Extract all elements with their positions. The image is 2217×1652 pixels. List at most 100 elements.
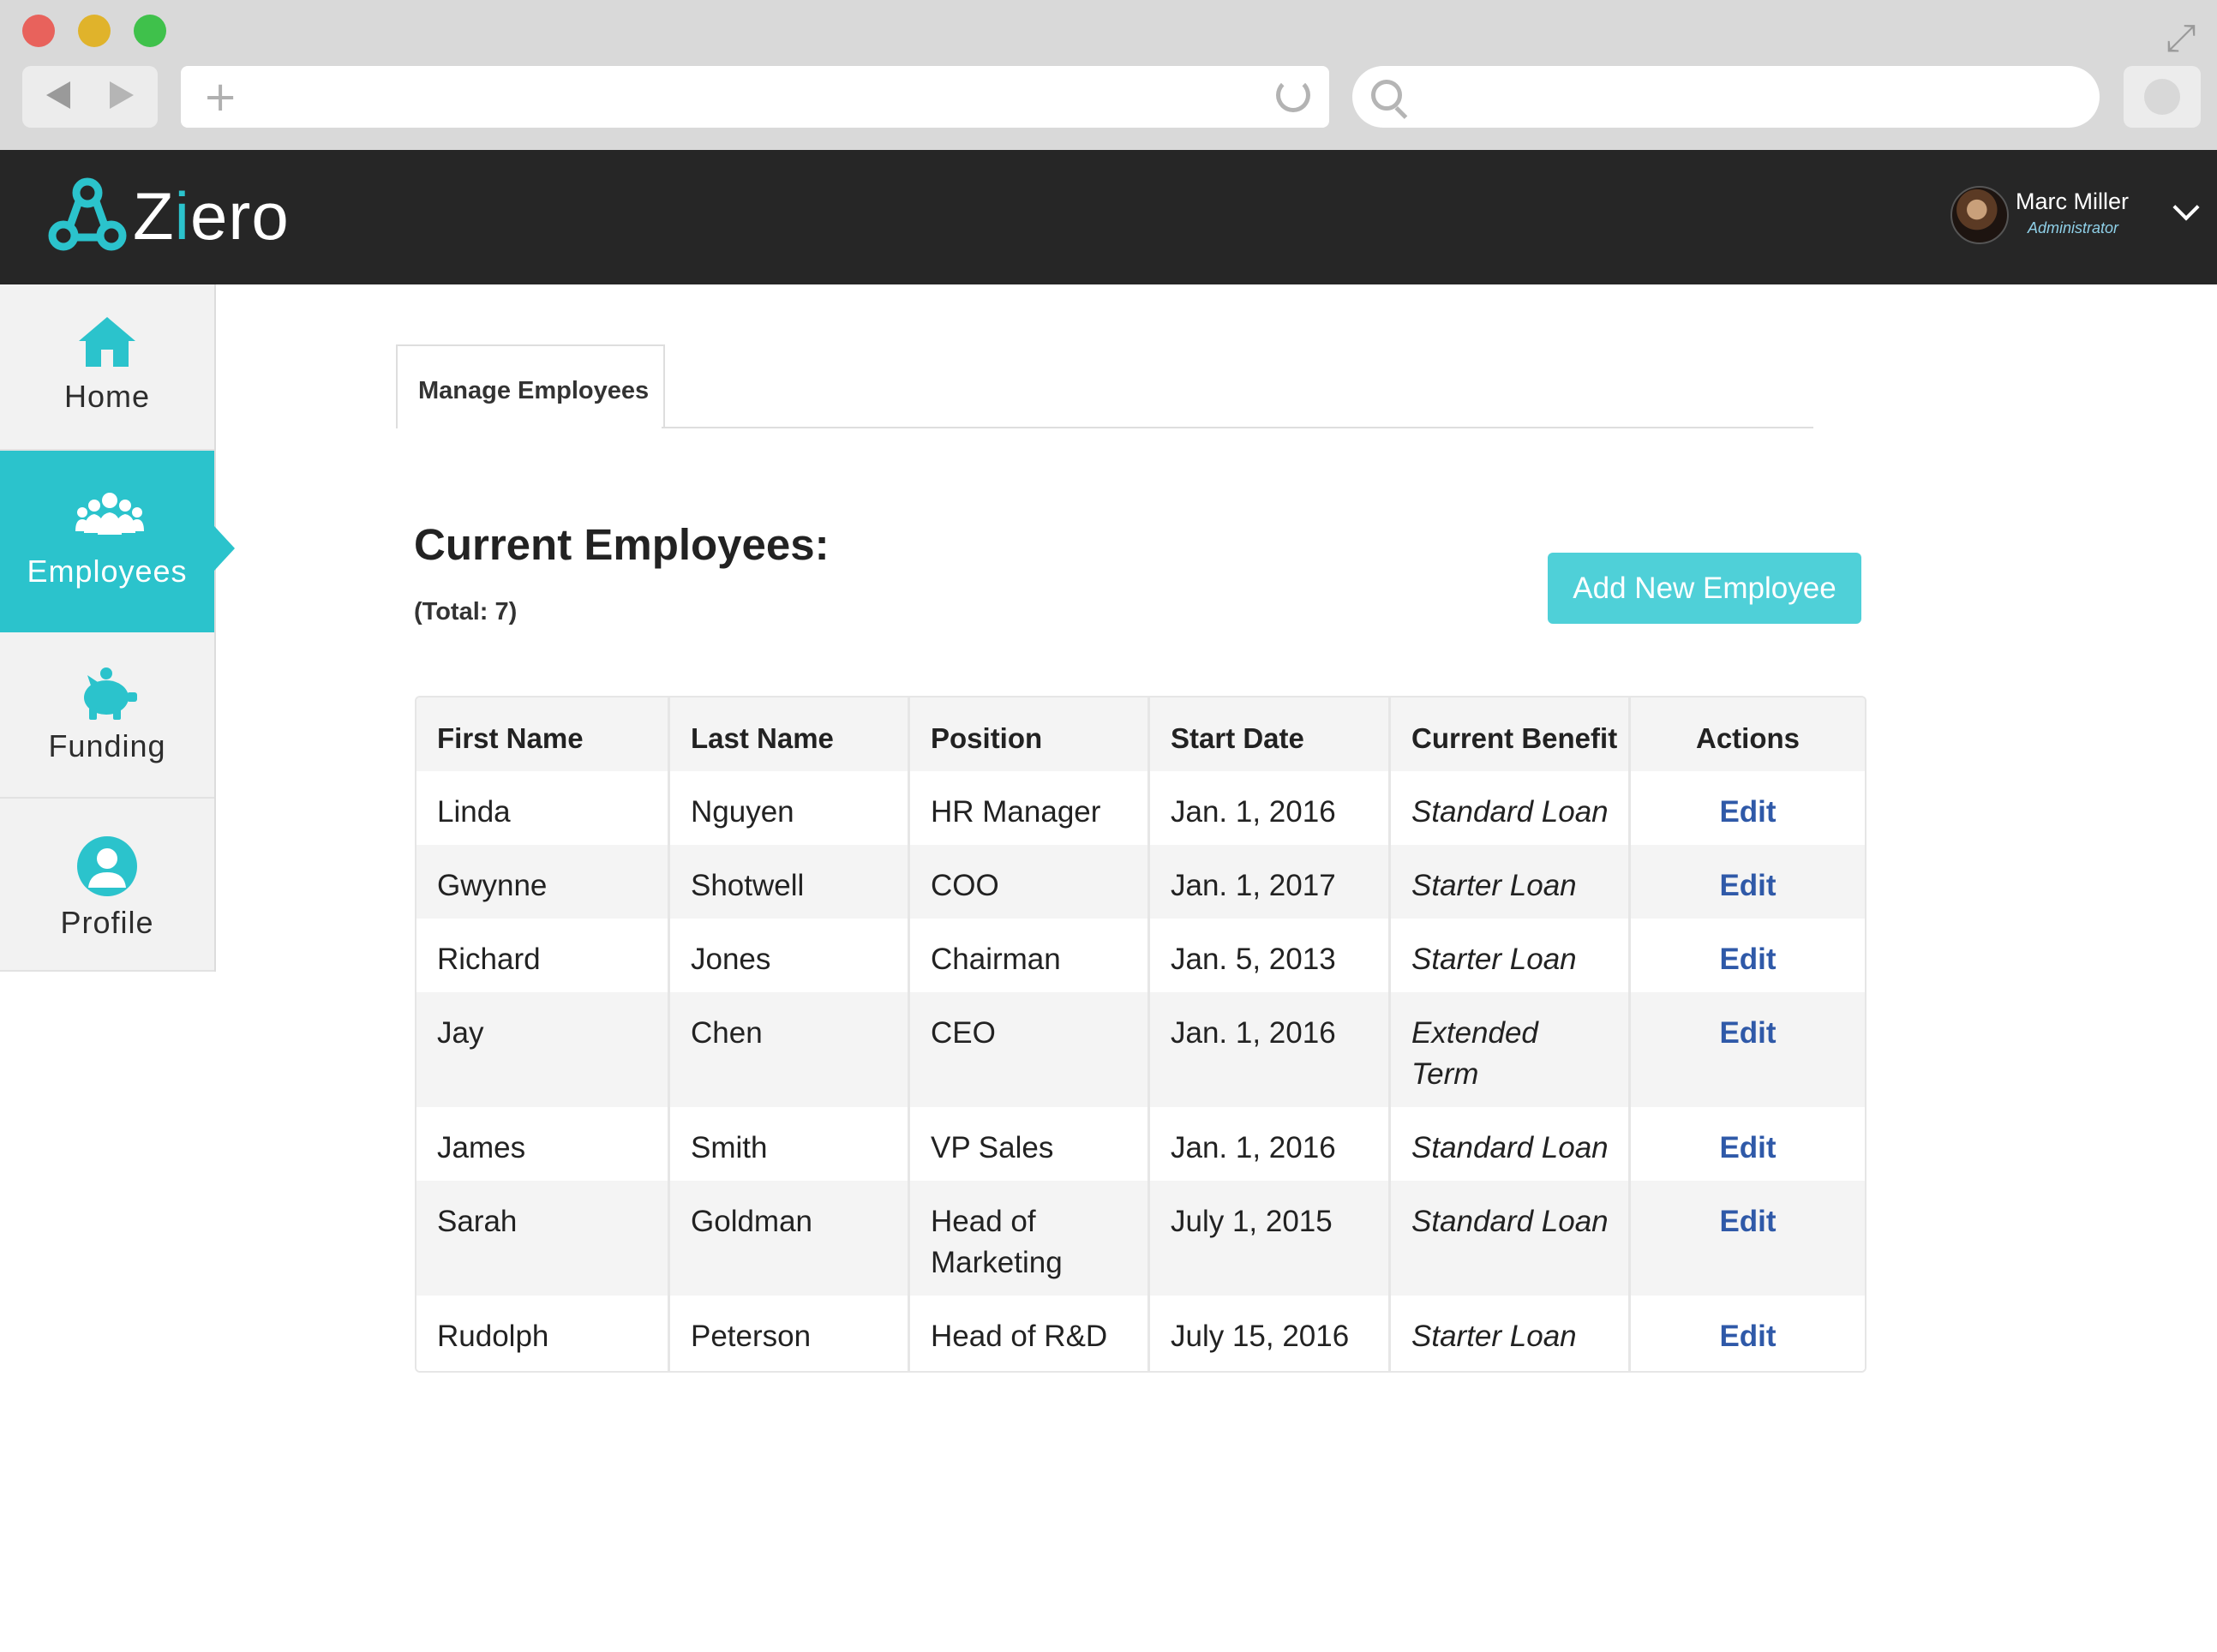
actions-cell: Edit xyxy=(1631,1181,1865,1296)
last-name-cell: Nguyen xyxy=(670,771,910,845)
last-name-cell: Smith xyxy=(670,1107,910,1181)
table-header-row: First Name Last Name Position Start Date… xyxy=(416,697,1865,771)
logo-wordmark[interactable]: Ziero xyxy=(133,177,290,254)
plus-icon[interactable]: + xyxy=(203,75,237,119)
table-row: Gwynne Shotwell COO Jan. 1, 2017 Starter… xyxy=(416,845,1865,919)
user-icon xyxy=(77,836,137,896)
start-date-cell: Jan. 1, 2016 xyxy=(1150,1107,1391,1181)
actions-cell: Edit xyxy=(1631,845,1865,919)
app-header: Ziero Marc Miller Administrator xyxy=(0,150,2217,284)
sidebar-item-label: Employees xyxy=(27,554,188,589)
sidebar-item-home[interactable]: Home xyxy=(0,284,214,451)
start-date-cell: Jan. 5, 2013 xyxy=(1150,919,1391,992)
first-name-cell: Linda xyxy=(416,771,670,845)
actions-cell: Edit xyxy=(1631,919,1865,992)
table-row: James Smith VP Sales Jan. 1, 2016 Standa… xyxy=(416,1107,1865,1181)
last-name-cell: Goldman xyxy=(670,1181,910,1296)
expand-icon[interactable]: ⤢ xyxy=(2160,17,2202,60)
edit-link[interactable]: Edit xyxy=(1719,1131,1776,1164)
first-name-cell: Rudolph xyxy=(416,1296,670,1371)
table-row: Sarah Goldman Head of Marketing July 1, … xyxy=(416,1181,1865,1296)
sidebar-item-label: Funding xyxy=(48,728,166,763)
column-header: Position xyxy=(910,697,1150,771)
forward-icon[interactable] xyxy=(110,81,134,109)
position-cell: Chairman xyxy=(910,919,1150,992)
edit-link[interactable]: Edit xyxy=(1719,869,1776,902)
column-header: Current Benefit xyxy=(1391,697,1631,771)
start-date-cell: July 1, 2015 xyxy=(1150,1181,1391,1296)
edit-link[interactable]: Edit xyxy=(1719,1205,1776,1238)
actions-cell: Edit xyxy=(1631,992,1865,1107)
extension-icon xyxy=(2144,79,2180,115)
column-header: Actions xyxy=(1695,722,1800,754)
position-cell: CEO xyxy=(910,992,1150,1107)
back-icon[interactable] xyxy=(46,81,70,109)
benefit-cell: Standard Loan xyxy=(1391,771,1631,845)
tab-manage-employees[interactable]: Manage Employees xyxy=(396,344,665,428)
benefit-cell: Starter Loan xyxy=(1391,919,1631,992)
last-name-cell: Chen xyxy=(670,992,910,1107)
chevron-down-icon[interactable] xyxy=(2172,194,2200,221)
edit-link[interactable]: Edit xyxy=(1719,1016,1776,1050)
table-row: Linda Nguyen HR Manager Jan. 1, 2016 Sta… xyxy=(416,771,1865,845)
table-row: Jay Chen CEO Jan. 1, 2016 Extended Term … xyxy=(416,992,1865,1107)
edit-link[interactable]: Edit xyxy=(1719,795,1776,829)
edit-link[interactable]: Edit xyxy=(1719,943,1776,976)
table-row: Rudolph Peterson Head of R&D July 15, 20… xyxy=(416,1296,1865,1371)
column-header: Start Date xyxy=(1150,697,1391,771)
first-name-cell: James xyxy=(416,1107,670,1181)
page-title: Current Employees: xyxy=(414,520,830,569)
home-icon xyxy=(79,317,135,367)
add-employee-button[interactable]: Add New Employee xyxy=(1548,553,1861,624)
sidebar-item-employees[interactable]: Employees xyxy=(0,451,214,632)
table-row: Richard Jones Chairman Jan. 5, 2013 Star… xyxy=(416,919,1865,992)
browser-search-input[interactable] xyxy=(1352,66,2100,128)
last-name-cell: Jones xyxy=(670,919,910,992)
column-header: Last Name xyxy=(670,697,910,771)
reload-icon[interactable] xyxy=(1276,78,1310,112)
avatar[interactable] xyxy=(1950,186,2009,244)
logo-icon xyxy=(48,177,127,251)
benefit-cell: Starter Loan xyxy=(1391,1296,1631,1371)
maximize-window-button[interactable] xyxy=(134,15,166,47)
benefit-cell: Starter Loan xyxy=(1391,845,1631,919)
minimize-window-button[interactable] xyxy=(78,15,111,47)
tab-label: Manage Employees xyxy=(418,377,650,404)
position-cell: HR Manager xyxy=(910,771,1150,845)
piggy-bank-icon xyxy=(84,667,137,720)
start-date-cell: Jan. 1, 2016 xyxy=(1150,771,1391,845)
first-name-cell: Sarah xyxy=(416,1181,670,1296)
benefit-cell: Standard Loan xyxy=(1391,1181,1631,1296)
first-name-cell: Richard xyxy=(416,919,670,992)
last-name-cell: Peterson xyxy=(670,1296,910,1371)
start-date-cell: July 15, 2016 xyxy=(1150,1296,1391,1371)
sidebar-item-label: Profile xyxy=(60,905,154,940)
first-name-cell: Jay xyxy=(416,992,670,1107)
edit-link[interactable]: Edit xyxy=(1719,1320,1776,1353)
position-cell: COO xyxy=(910,845,1150,919)
actions-cell: Edit xyxy=(1631,771,1865,845)
last-name-cell: Shotwell xyxy=(670,845,910,919)
sidebar-item-profile[interactable]: Profile xyxy=(0,799,214,972)
benefit-cell: Extended Term xyxy=(1391,992,1631,1107)
tab-divider xyxy=(662,427,1813,428)
extension-button[interactable] xyxy=(2124,66,2201,128)
start-date-cell: Jan. 1, 2017 xyxy=(1150,845,1391,919)
position-cell: Head of R&D xyxy=(910,1296,1150,1371)
position-cell: VP Sales xyxy=(910,1107,1150,1181)
sidebar-item-funding[interactable]: Funding xyxy=(0,634,214,799)
close-window-button[interactable] xyxy=(22,15,55,47)
actions-cell: Edit xyxy=(1631,1107,1865,1181)
browser-chrome: + ⤢ xyxy=(0,0,2217,150)
address-bar[interactable]: + xyxy=(181,66,1329,128)
start-date-cell: Jan. 1, 2016 xyxy=(1150,992,1391,1107)
position-cell: Head of Marketing xyxy=(910,1181,1150,1296)
sidebar-item-label: Home xyxy=(63,379,151,414)
active-indicator xyxy=(214,526,235,571)
user-name[interactable]: Marc Miller xyxy=(2016,189,2129,215)
user-role: Administrator xyxy=(2028,219,2119,236)
first-name-cell: Gwynne xyxy=(416,845,670,919)
group-icon xyxy=(75,493,144,535)
browser-nav xyxy=(22,66,158,128)
employees-table: First Name Last Name Position Start Date… xyxy=(415,696,1866,1373)
